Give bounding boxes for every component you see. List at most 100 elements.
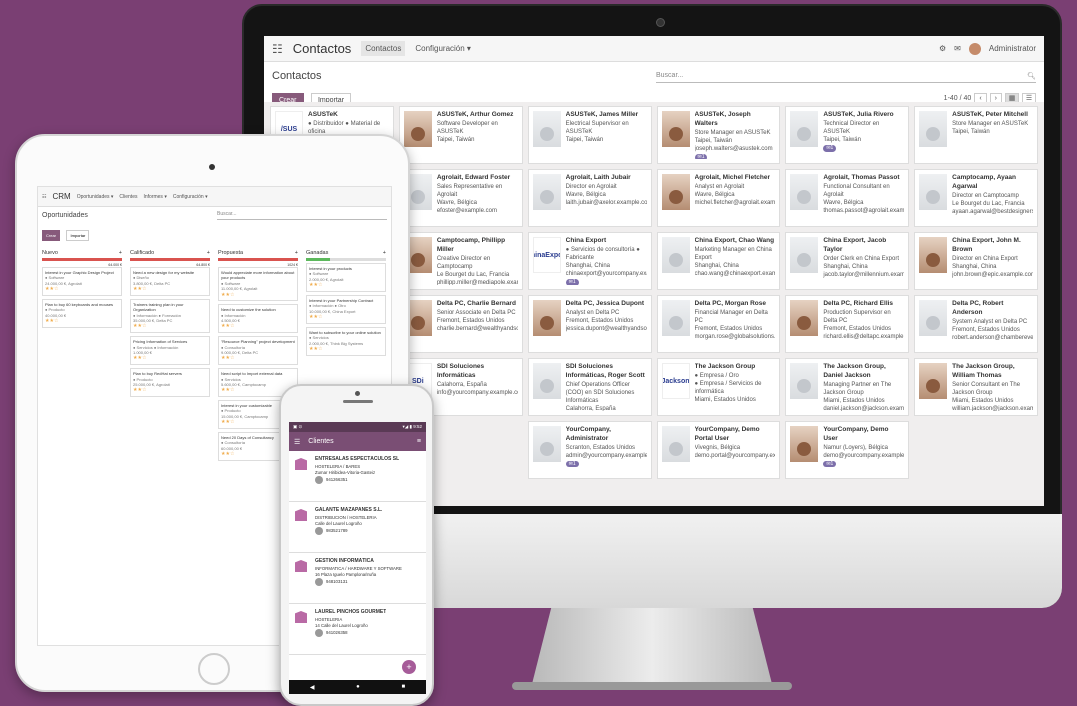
priority-stars-icon[interactable]: ★★☆	[309, 314, 383, 321]
user-name[interactable]: Administrator	[989, 44, 1036, 53]
contact-card[interactable]: YourCompany, Demo User Namur (Loyers), Bé…	[785, 421, 910, 479]
opportunity-card[interactable]: "Resource Planning" project development ●…	[218, 336, 298, 366]
filter-icon[interactable]: ≡	[417, 438, 421, 445]
priority-stars-icon[interactable]: ★★☆	[133, 286, 207, 293]
home-icon[interactable]: ●	[356, 684, 360, 690]
menu-opportunities[interactable]: Oportunidades ▾	[77, 194, 114, 200]
menu-config[interactable]: Configuración ▾	[415, 44, 471, 53]
customer-category: INFORMATICA / HARDWARE Y SOFTWARE	[315, 565, 402, 571]
topbar-right: ⚙ ✉ Administrator	[939, 42, 1036, 55]
contact-card[interactable]: YourCompany, Demo Portal User Vivegnis, B…	[656, 421, 781, 479]
menu-contacts[interactable]: Contactos	[361, 41, 406, 56]
create-button[interactable]: Crear	[42, 230, 61, 241]
priority-stars-icon[interactable]: ★★☆	[133, 387, 207, 394]
apps-grid-icon[interactable]: ☷	[42, 194, 46, 200]
priority-stars-icon[interactable]: ★★☆	[309, 282, 383, 289]
list-item[interactable]: GALANTE MAZAPANES S.L. DISTRIBUCION / HOS…	[289, 502, 426, 553]
opportunity-card[interactable]: Need a new design for my website ● Diseño…	[130, 267, 210, 296]
chat-icon[interactable]: ✉	[954, 44, 961, 53]
opportunity-card[interactable]: Need to customize the solution ● Informac…	[218, 304, 298, 334]
contact-card[interactable]: Delta PC, Richard Ellis Production Superv…	[785, 295, 910, 353]
pager-value[interactable]: 1-40 / 40	[944, 95, 972, 102]
list-item[interactable]: ENTRESALAS ESPECTÁCULOS SL HOSTELERIA / B…	[289, 451, 426, 502]
call-icon[interactable]	[315, 629, 323, 638]
contact-card[interactable]: SDI Soluciones Informáticas, Roger Scott…	[527, 358, 652, 416]
home-button[interactable]	[198, 653, 230, 685]
priority-stars-icon[interactable]: ★★☆	[45, 286, 119, 293]
call-icon[interactable]	[315, 476, 323, 485]
contact-card[interactable]: Agrolait, Michel Fletcher Analyst en Agro…	[656, 169, 781, 227]
search-icon[interactable]: 🔍︎	[1027, 72, 1036, 80]
contact-card[interactable]: Delta PC, Charlie Bernard Senior Associat…	[398, 295, 523, 353]
priority-stars-icon[interactable]: ★★☆	[309, 346, 383, 353]
opportunity-card[interactable]: Interest in your Partnership Contract ● I…	[306, 294, 386, 324]
contact-card[interactable]: YourCompany, Administrator Scranton, Esta…	[527, 421, 652, 479]
priority-stars-icon[interactable]: ★★☆	[133, 355, 207, 362]
page-title: Clientes	[308, 438, 334, 445]
priority-stars-icon[interactable]: ★★☆	[133, 323, 207, 330]
menu-reports[interactable]: Informes ▾	[143, 194, 166, 200]
contact-card[interactable]: ASUSTeK, Joseph Walters Store Manager en …	[656, 106, 781, 164]
priority-stars-icon[interactable]: ★★☆	[221, 292, 295, 299]
add-icon[interactable]: +	[207, 250, 210, 256]
priority-stars-icon[interactable]: ★★☆	[221, 323, 295, 330]
call-icon[interactable]	[315, 578, 323, 587]
contact-card[interactable]: China Export, John M. Brown Director en C…	[914, 232, 1038, 290]
tablet-topbar: ☷ CRM Oportunidades ▾ Clientes Informes …	[38, 187, 391, 207]
contact-detail: robert.anderson@chamberevents.example.co…	[952, 334, 1033, 341]
priority-stars-icon[interactable]: ★★☆	[45, 318, 119, 325]
contact-detail: laith.jubair@axelor.example.com	[565, 199, 647, 206]
contact-card[interactable]: Delta PC, Jessica Dupont Analyst en Delta…	[527, 295, 652, 353]
contact-card[interactable]: Jackson The Jackson Group ● Empresa / Oro ●…	[656, 358, 781, 416]
contact-card[interactable]: Agrolait, Laith Jubair Director en Agrola…	[527, 169, 652, 227]
contact-card[interactable]: Camptocamp, Ayaan Agarwal Director en Cam…	[914, 169, 1038, 227]
progress-bar	[218, 258, 298, 261]
opportunity-card[interactable]: Want to subscribe to your online solutio…	[306, 326, 386, 356]
activity-icon[interactable]: ⚙	[939, 44, 946, 53]
search-input[interactable]: Buscar... 🔍︎	[656, 69, 1036, 83]
contact-card[interactable]: ASUSTeK, James Miller Electrical Supervis…	[527, 106, 652, 164]
contact-card[interactable]: ASUSTeK, Julia Rivero Technical Director …	[785, 106, 910, 164]
contact-card[interactable]: Agrolait, Thomas Passot Functional Consul…	[785, 169, 910, 227]
call-icon[interactable]	[315, 527, 323, 536]
app-bar: ☰ Clientes ≡	[289, 432, 426, 451]
add-icon[interactable]: +	[383, 250, 386, 256]
avatar[interactable]	[968, 42, 981, 55]
contact-card[interactable]: Agrolait, Edward Foster Sales Representat…	[398, 169, 523, 227]
recents-icon[interactable]: ■	[402, 684, 406, 690]
add-icon[interactable]: +	[119, 250, 122, 256]
contact-card[interactable]: Delta PC, Morgan Rose Financial Manager e…	[656, 295, 781, 353]
search-input[interactable]: Buscar...	[217, 211, 387, 220]
opportunity-card[interactable]: Pricing Information of Services ● Servici…	[130, 336, 210, 366]
menu-customers[interactable]: Clientes	[119, 194, 137, 200]
add-icon[interactable]: +	[295, 250, 298, 256]
opportunity-card[interactable]: Trainers training plan in your Organizat…	[130, 298, 210, 334]
opportunity-card[interactable]: Interest in your Graphic Design Project ●…	[42, 267, 122, 296]
import-button[interactable]: Importar	[66, 230, 90, 241]
contact-card[interactable]: ASUSTeK, Peter Mitchell Store Manager en …	[914, 106, 1038, 164]
menu-config[interactable]: Configuración ▾	[173, 194, 208, 200]
contact-card[interactable]: The Jackson Group, Daniel Jackson Managin…	[785, 358, 910, 416]
contact-card[interactable]: China Export, Chao Wang Marketing Manager…	[656, 232, 781, 290]
opportunity-title: "Resource Planning" project development	[221, 339, 295, 345]
add-button[interactable]: +	[402, 660, 416, 674]
menu-icon[interactable]: ☰	[294, 438, 300, 446]
list-item[interactable]: LAUREL PINCHOS GOURMET HOSTELERIA 14 Calle…	[289, 604, 426, 655]
contact-card[interactable]: ChinaExport China Export ● Servicios de co…	[527, 232, 652, 290]
opportunity-card[interactable]: Would appreciate more information about …	[218, 267, 298, 302]
contact-card[interactable]: The Jackson Group, William Thomas Senior …	[914, 358, 1038, 416]
app-brand: CRM	[52, 192, 71, 201]
opportunity-card[interactable]: Interest in your products ● Software 2.000…	[306, 263, 386, 292]
opportunity-card[interactable]: Plan to buy 60 keyboards and mouses ● Pro…	[42, 298, 122, 328]
contact-card[interactable]: Camptocamp, Phillipp Miller Creative Dire…	[398, 232, 523, 290]
contact-card[interactable]: Delta PC, Robert Anderson System Analyst …	[914, 295, 1038, 353]
priority-stars-icon[interactable]: ★★☆	[221, 355, 295, 362]
contact-card[interactable]: China Export, Jacob Taylor Order Clerk en…	[785, 232, 910, 290]
app-brand: Contactos	[292, 41, 352, 56]
contact-avatar	[532, 111, 561, 147]
back-icon[interactable]: ◀	[310, 684, 315, 691]
list-item[interactable]: GESTIÓN INFORMÁTICA INFORMATICA / HARDWAR…	[289, 553, 426, 604]
apps-grid-icon[interactable]: ☷	[272, 42, 283, 56]
opportunity-card[interactable]: Plan to buy RedHat servers ● Producto 25.0…	[130, 368, 210, 398]
contact-card[interactable]: ASUSTeK, Arthur Gomez Software Developer …	[398, 106, 523, 164]
